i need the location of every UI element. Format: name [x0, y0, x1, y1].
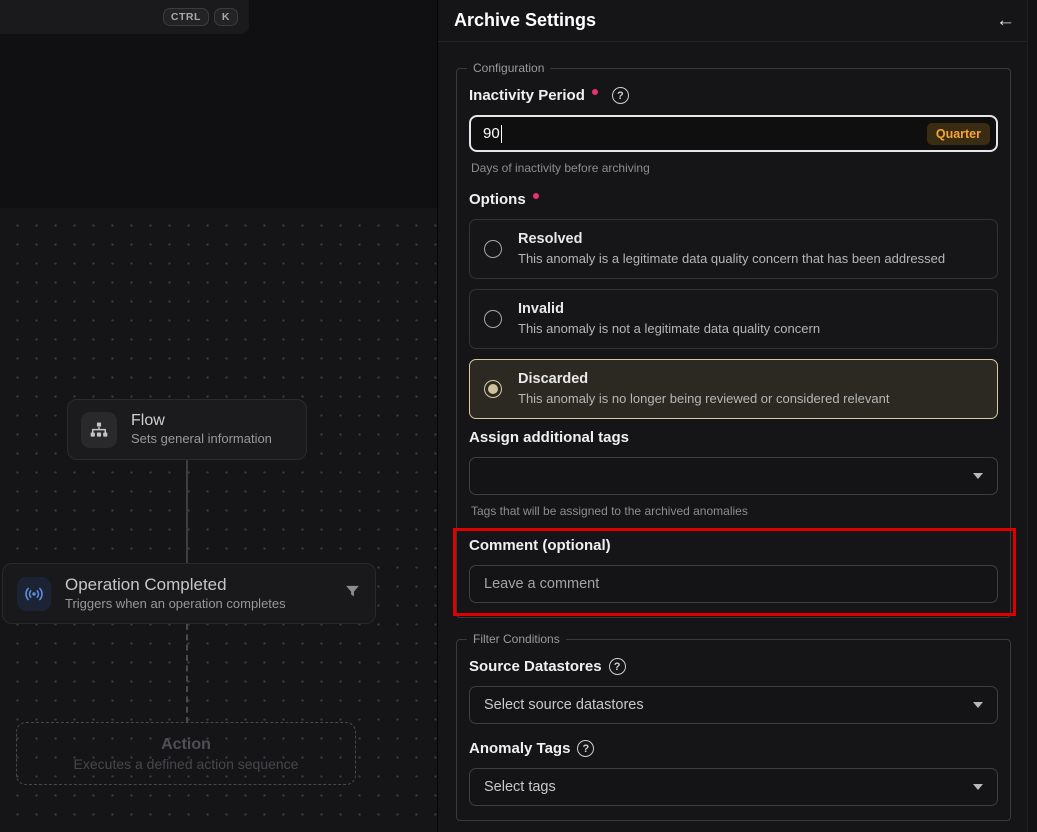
unit-badge[interactable]: Quarter: [927, 123, 990, 145]
flow-canvas[interactable]: CTRL K Flow Sets general information: [0, 0, 437, 832]
anomaly-tags-dropdown[interactable]: Select tags: [469, 768, 998, 806]
comment-label: Comment (optional): [469, 537, 998, 554]
inactivity-helper-text: Days of inactivity before archiving: [471, 161, 998, 175]
source-datastores-label: Source Datastores ?: [469, 658, 998, 675]
app-window: CTRL K Flow Sets general information: [0, 0, 1037, 832]
anomaly-tags-label: Anomaly Tags ?: [469, 740, 998, 757]
text-cursor: [501, 125, 502, 143]
chevron-down-icon: [973, 784, 983, 790]
kbd-k: K: [214, 8, 238, 26]
kbd-ctrl: CTRL: [163, 8, 209, 26]
source-datastores-dropdown[interactable]: Select source datastores: [469, 686, 998, 724]
chevron-down-icon: [973, 702, 983, 708]
option-resolved[interactable]: Resolved This anomaly is a legitimate da…: [469, 219, 998, 279]
option-title: Resolved: [518, 230, 945, 250]
assign-tags-dropdown[interactable]: [469, 457, 998, 495]
help-icon[interactable]: ?: [577, 740, 594, 757]
filter-conditions-section: Filter Conditions Source Datastores ? Se…: [456, 632, 1011, 821]
action-node-subtitle: Executes a defined action sequence: [74, 756, 299, 772]
option-title: Invalid: [518, 300, 820, 320]
configuration-legend: Configuration: [467, 61, 550, 75]
required-dot: [592, 89, 598, 95]
comment-section: Comment (optional) Leave a comment: [469, 537, 998, 603]
inactivity-period-input[interactable]: 90 Quarter: [469, 115, 998, 152]
inactivity-period-label: Inactivity Period ?: [469, 87, 998, 104]
connector-flow-to-operation: [186, 460, 188, 564]
required-dot: [533, 193, 539, 199]
radio-unselected-icon[interactable]: [484, 310, 502, 328]
operation-completed-node[interactable]: Operation Completed Triggers when an ope…: [2, 563, 376, 624]
comment-input[interactable]: Leave a comment: [469, 565, 998, 603]
anomaly-tags-placeholder: Select tags: [484, 779, 556, 795]
source-datastores-placeholder: Select source datastores: [484, 697, 644, 713]
back-arrow-icon[interactable]: ←: [996, 11, 1015, 30]
operation-node-title: Operation Completed: [65, 574, 326, 595]
assign-tags-label: Assign additional tags: [469, 429, 998, 446]
options-label: Options: [469, 191, 998, 208]
option-invalid[interactable]: Invalid This anomaly is not a legitimate…: [469, 289, 998, 349]
connector-operation-to-action: [186, 624, 188, 723]
configuration-section: Configuration Inactivity Period ? 90 Qua…: [456, 61, 1011, 618]
help-icon[interactable]: ?: [609, 658, 626, 675]
action-placeholder-node[interactable]: Action Executes a defined action sequenc…: [16, 722, 356, 785]
filter-icon[interactable]: [344, 583, 361, 605]
help-icon[interactable]: ?: [612, 87, 629, 104]
inactivity-period-value: 90: [483, 125, 500, 142]
panel-header: Archive Settings ←: [438, 0, 1037, 42]
option-description: This anomaly is not a legitimate data qu…: [518, 320, 820, 338]
assign-tags-helper-text: Tags that will be assigned to the archiv…: [471, 504, 998, 518]
archive-settings-panel: Archive Settings ← Configuration Inactiv…: [437, 0, 1037, 832]
option-description: This anomaly is no longer being reviewed…: [518, 390, 889, 408]
flow-node-title: Flow: [131, 411, 293, 431]
flow-node[interactable]: Flow Sets general information: [67, 399, 307, 460]
chevron-down-icon: [973, 473, 983, 479]
panel-title: Archive Settings: [454, 10, 596, 31]
flow-node-subtitle: Sets general information: [131, 431, 293, 448]
option-description: This anomaly is a legitimate data qualit…: [518, 250, 945, 268]
comment-placeholder: Leave a comment: [484, 576, 599, 592]
scrollbar-track[interactable]: [1027, 0, 1037, 832]
sitemap-icon: [81, 412, 117, 448]
search-bar[interactable]: CTRL K: [0, 0, 249, 34]
broadcast-icon: [17, 577, 51, 611]
operation-node-subtitle: Triggers when an operation completes: [65, 596, 326, 613]
action-node-title: Action: [161, 736, 211, 754]
radio-selected-icon[interactable]: [484, 380, 502, 398]
filter-conditions-legend: Filter Conditions: [467, 632, 566, 646]
option-discarded[interactable]: Discarded This anomaly is no longer bein…: [469, 359, 998, 419]
option-title: Discarded: [518, 370, 889, 390]
radio-unselected-icon[interactable]: [484, 240, 502, 258]
